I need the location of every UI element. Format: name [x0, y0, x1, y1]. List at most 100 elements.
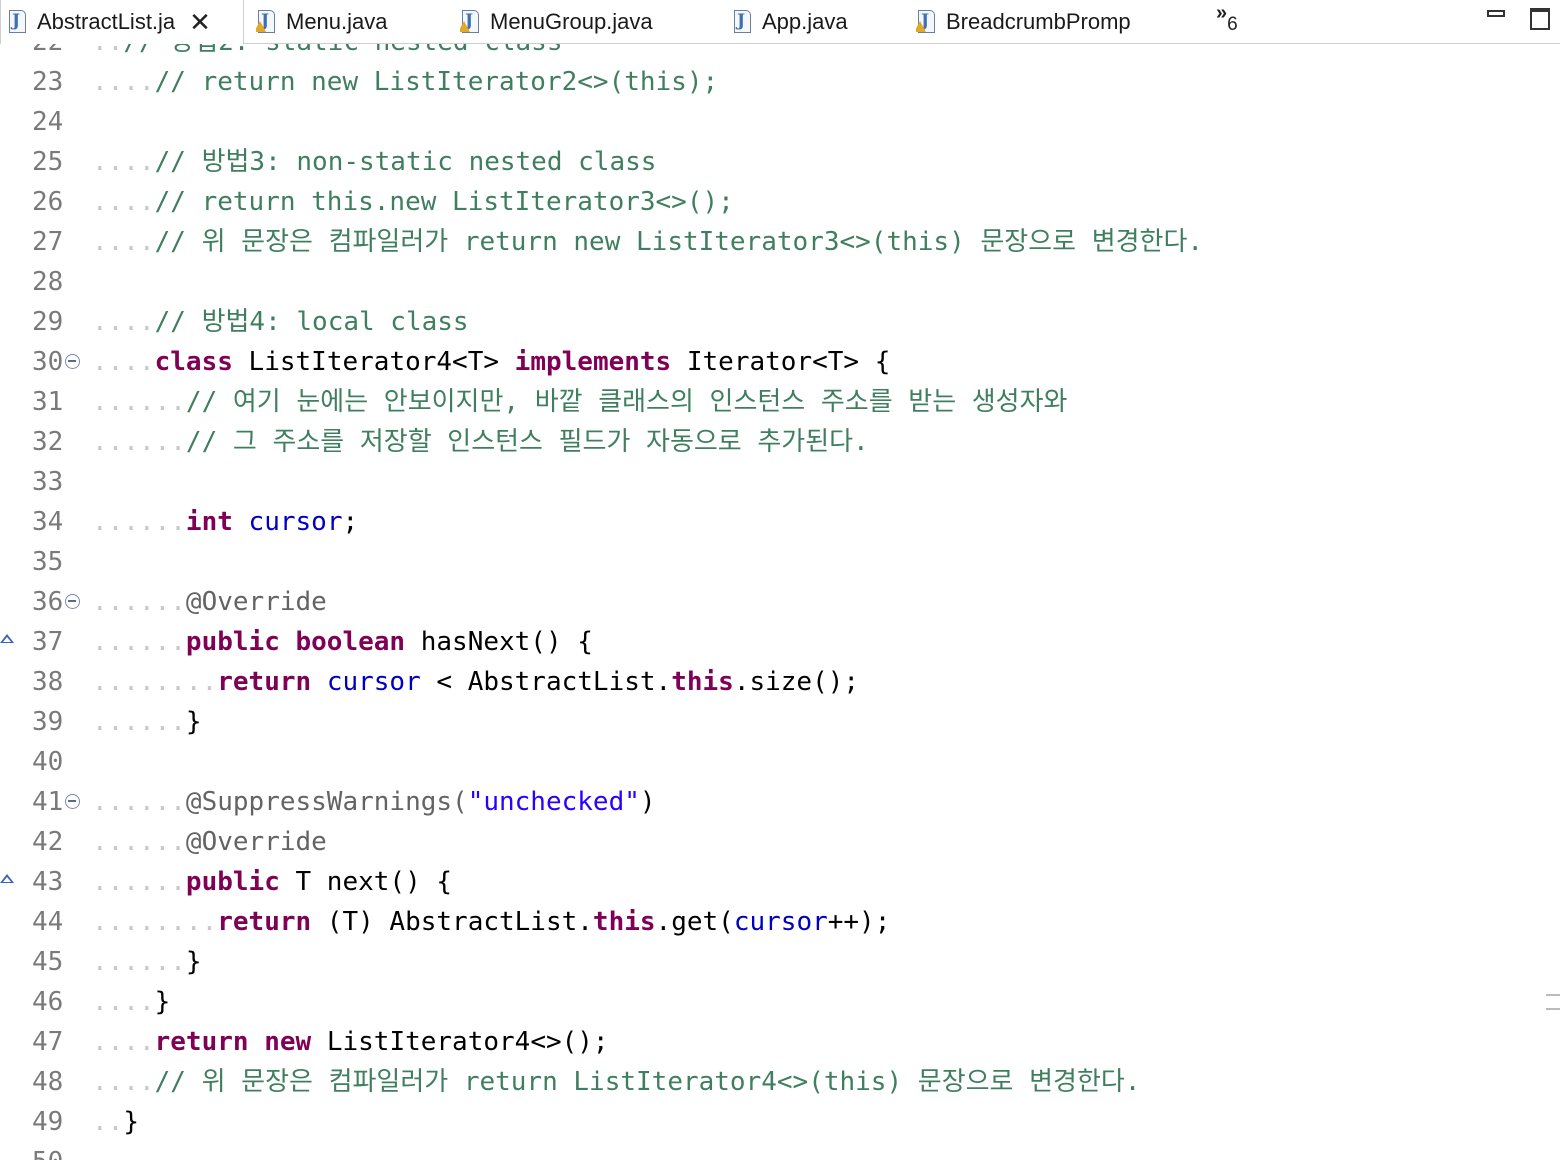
- whitespace-dots: ....: [92, 67, 155, 97]
- tab-menugroup[interactable]: J MenuGroup.java: [460, 0, 710, 44]
- code-text: ..// 방법2: static nested class: [92, 44, 563, 62]
- line-number: 45: [32, 947, 64, 977]
- whitespace-dots: ....: [92, 147, 155, 177]
- whitespace-dots: ......: [92, 387, 186, 417]
- code-line[interactable]: 43 ......public T next() {: [0, 862, 1560, 902]
- code-token: }: [154, 987, 171, 1017]
- code-line[interactable]: 26 ....// return this.new ListIterator3<>…: [0, 182, 1560, 222]
- editor-tab-bar: J AbstractList.ja ✕ J Menu.java J MenuGr…: [0, 0, 1560, 44]
- code-text: ......public T next() {: [92, 862, 452, 902]
- close-icon[interactable]: ✕: [189, 9, 211, 35]
- tab-label: MenuGroup.java: [490, 9, 653, 34]
- tab-app[interactable]: J App.java: [732, 0, 897, 44]
- line-number: 35: [32, 547, 64, 577]
- code-token: public: [185, 867, 280, 897]
- code-token: // 방법3: non-static nested class: [154, 147, 657, 177]
- line-number: 23: [32, 67, 64, 97]
- tab-breadcrumbprompt[interactable]: J BreadcrumbPromp: [916, 0, 1206, 44]
- line-number: 34: [32, 507, 64, 537]
- code-line[interactable]: 40: [0, 742, 1560, 782]
- code-token: // 그 주소를 저장할 인스턴스 필드가 자동으로 추가된다.: [185, 427, 869, 457]
- code-token: boolean: [295, 627, 406, 657]
- code-line[interactable]: 28: [0, 262, 1560, 302]
- fold-collapse-icon[interactable]: [65, 594, 80, 609]
- code-line[interactable]: 46....}: [0, 982, 1560, 1022]
- code-line[interactable]: 49..}: [0, 1102, 1560, 1142]
- code-token: // 방법2: static nested class: [123, 44, 562, 57]
- code-line[interactable]: 39......}: [0, 702, 1560, 742]
- whitespace-dots: ........: [92, 907, 218, 937]
- maximize-icon[interactable]: [1530, 8, 1550, 30]
- code-line[interactable]: 37 ......public boolean hasNext() {: [0, 622, 1560, 662]
- code-token: // 여기 눈에는 안보이지만, 바깥 클래스의 인스턴스 주소를 받는 생성자…: [185, 387, 1068, 417]
- code-line[interactable]: 45......}: [0, 942, 1560, 982]
- code-line[interactable]: 42 ......@Override: [0, 822, 1560, 862]
- code-line[interactable]: 33: [0, 462, 1560, 502]
- code-line[interactable]: 30 ....class ListIterator4<T> implements …: [0, 342, 1560, 382]
- overview-ruler-marker[interactable]: [1546, 994, 1560, 1010]
- fold-collapse-icon[interactable]: [65, 354, 80, 369]
- java-file-icon: J: [732, 9, 754, 35]
- tab-menu[interactable]: J Menu.java: [256, 0, 446, 44]
- code-token: // 위 문장은 컴파일러가 return ListIterator4<>(th…: [154, 1067, 1141, 1097]
- more-tabs-button[interactable]: »6: [1216, 2, 1238, 35]
- code-line[interactable]: 27 ....// 위 문장은 컴파일러가 return new ListIter…: [0, 222, 1560, 262]
- whitespace-dots: ....: [92, 227, 155, 257]
- override-marker-icon[interactable]: [0, 874, 14, 883]
- code-token: ;: [342, 507, 359, 537]
- code-line[interactable]: 44 ........return (T) AbstractList.this.g…: [0, 902, 1560, 942]
- code-token: cursor: [326, 667, 421, 697]
- code-line[interactable]: 23 ....// return new ListIterator2<>(this…: [0, 62, 1560, 102]
- whitespace-dots: ......: [92, 507, 186, 537]
- code-line[interactable]: 32 ......// 그 주소를 저장할 인스턴스 필드가 자동으로 추가된다.: [0, 422, 1560, 462]
- code-token: return: [217, 907, 312, 937]
- line-number: 42: [32, 827, 64, 857]
- code-line[interactable]: 36 ......@Override: [0, 582, 1560, 622]
- code-token: .get(: [655, 907, 734, 937]
- code-line[interactable]: 50: [0, 1142, 1560, 1160]
- line-number: 26: [32, 187, 64, 217]
- whitespace-dots: ......: [92, 787, 186, 817]
- line-number: 33: [32, 467, 64, 497]
- line-number: 22: [32, 44, 72, 62]
- code-line[interactable]: 41 ......@SuppressWarnings("unchecked"): [0, 782, 1560, 822]
- java-file-warning-icon: J: [256, 9, 278, 35]
- code-token: this: [671, 667, 734, 697]
- chevron-double-right-icon: »: [1216, 2, 1228, 24]
- whitespace-dots: ....: [92, 1067, 155, 1097]
- code-line[interactable]: 35: [0, 542, 1560, 582]
- code-line[interactable]: 31 ......// 여기 눈에는 안보이지만, 바깥 클래스의 인스턴스 주소…: [0, 382, 1560, 422]
- code-text: ......// 그 주소를 저장할 인스턴스 필드가 자동으로 추가된다.: [92, 422, 869, 462]
- whitespace-dots: ........: [92, 667, 218, 697]
- code-line[interactable]: 29 ....// 방법4: local class: [0, 302, 1560, 342]
- java-file-warning-icon: J: [916, 9, 938, 35]
- code-text: ....return new ListIterator4<>();: [92, 1022, 609, 1062]
- code-text: ..}: [92, 1102, 139, 1142]
- fold-collapse-icon[interactable]: [65, 794, 80, 809]
- tab-label: BreadcrumbPromp: [946, 9, 1131, 34]
- tab-abstractlist[interactable]: J AbstractList.ja ✕: [0, 0, 244, 44]
- code-text: ......int cursor;: [92, 502, 358, 542]
- code-token: ): [639, 787, 656, 817]
- line-number: 25: [32, 147, 64, 177]
- code-line[interactable]: 47 ....return new ListIterator4<>();: [0, 1022, 1560, 1062]
- code-text: ......@Override: [92, 822, 327, 862]
- code-editor[interactable]: 22..// 방법2: static nested class23....// …: [0, 44, 1560, 1160]
- line-number: 47: [32, 1027, 64, 1057]
- code-token: .size();: [733, 667, 860, 697]
- override-marker-icon[interactable]: [0, 634, 14, 643]
- minimize-icon[interactable]: [1487, 10, 1505, 17]
- code-token: int: [185, 507, 233, 537]
- code-line[interactable]: 24: [0, 102, 1560, 142]
- code-line[interactable]: 38 ........return cursor < AbstractList.t…: [0, 662, 1560, 702]
- code-token: // 위 문장은 컴파일러가 return new ListIterator3<…: [154, 227, 1204, 257]
- code-token: ++);: [827, 907, 891, 937]
- code-line[interactable]: 48 ....// 위 문장은 컴파일러가 return ListIterator…: [0, 1062, 1560, 1102]
- code-line[interactable]: 25 ....// 방법3: non-static nested class: [0, 142, 1560, 182]
- code-line[interactable]: 34 ......int cursor;: [0, 502, 1560, 542]
- code-token: return: [217, 667, 312, 697]
- whitespace-dots: ......: [92, 827, 186, 857]
- tab-label: App.java: [762, 9, 848, 34]
- code-line[interactable]: 22 ..// 방법2: static nested class: [0, 44, 1560, 62]
